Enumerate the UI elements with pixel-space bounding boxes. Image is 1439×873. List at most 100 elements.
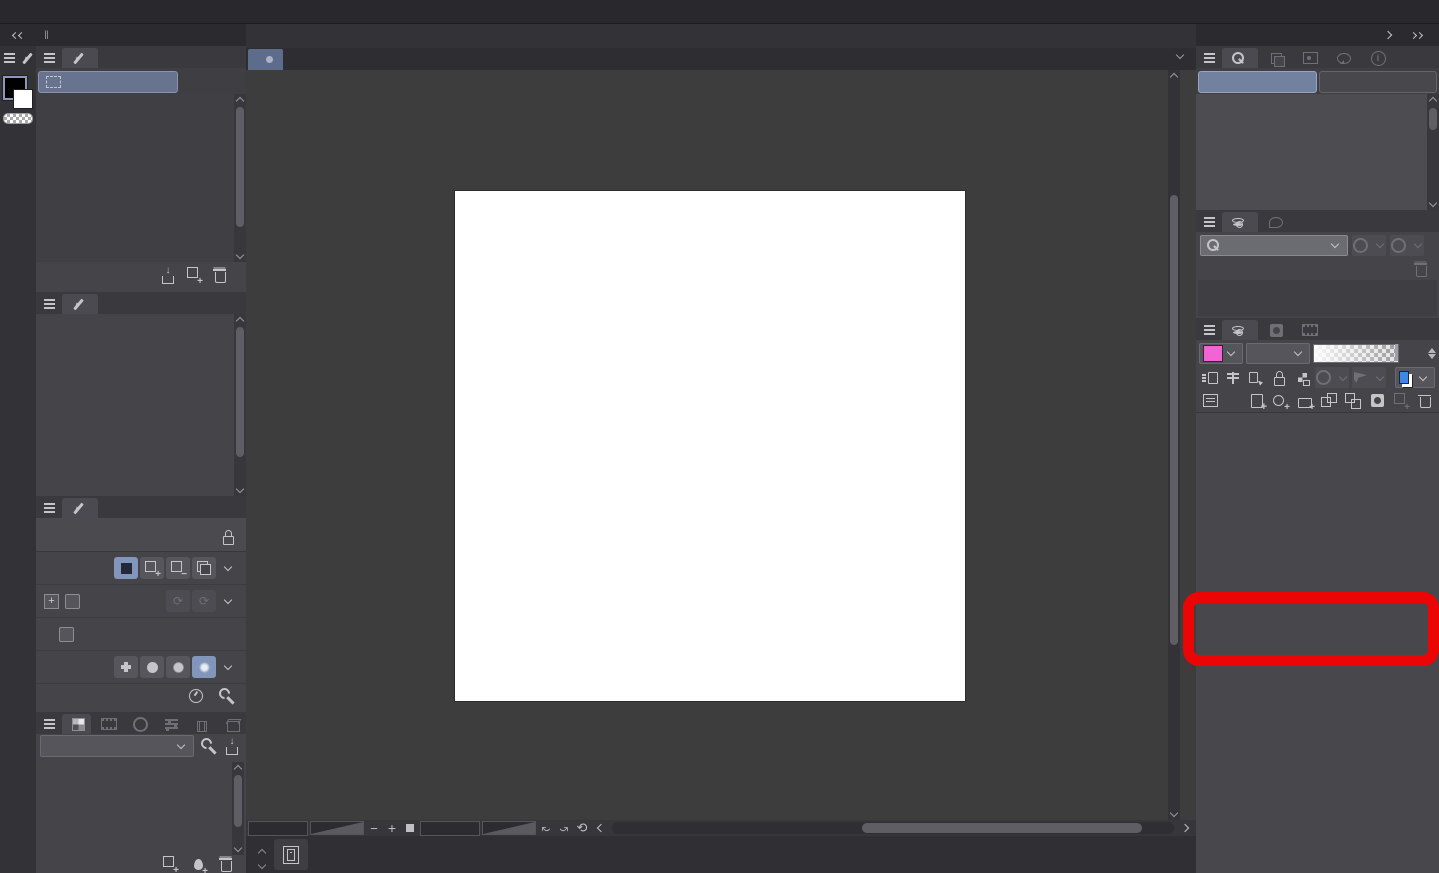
subtool-scrollbar[interactable]	[234, 94, 246, 262]
blend-mode-select[interactable]	[1246, 342, 1310, 364]
tool-property-tab[interactable]	[62, 498, 98, 518]
scroll-up-icon[interactable]	[1427, 94, 1439, 106]
delete-layer-icon[interactable]	[1411, 259, 1431, 279]
aspect-expand-icon[interactable]	[218, 591, 238, 611]
zoom-slider[interactable]	[310, 821, 364, 835]
scroll-right-icon[interactable]	[1178, 821, 1194, 835]
navigator-button[interactable]	[274, 839, 308, 870]
layer-list-view-icon[interactable]	[1200, 391, 1220, 411]
color-set-select[interactable]	[40, 735, 194, 757]
adjust-angle-checkbox[interactable]	[59, 626, 74, 642]
color-slider-tab[interactable]	[155, 714, 184, 734]
quick-access-tab[interactable]	[1222, 48, 1258, 68]
create-layer-mask-icon[interactable]	[1367, 391, 1387, 411]
subtract-selection-button[interactable]	[166, 557, 190, 580]
delete-color-icon[interactable]	[216, 854, 236, 873]
scrollbar-thumb[interactable]	[234, 775, 242, 827]
quick-access-scrollbar[interactable]	[1427, 94, 1439, 210]
layer-color-select[interactable]	[1395, 367, 1435, 388]
delete-subtool-icon[interactable]	[210, 265, 230, 285]
color-set-scrollbar[interactable]	[232, 762, 244, 855]
color-set-menu-icon[interactable]	[38, 714, 60, 734]
scrollbar-thumb[interactable]	[1170, 195, 1178, 645]
apply-mask-icon[interactable]	[1391, 391, 1411, 413]
layer-filter-select[interactable]	[1200, 234, 1348, 256]
color-history-tab[interactable]	[217, 714, 246, 734]
tab-list-chevron-icon[interactable]	[1170, 46, 1190, 66]
background-color-swatch[interactable]	[13, 89, 33, 109]
antialias-strong-button[interactable]	[192, 656, 216, 678]
chat-tab[interactable]	[1328, 48, 1360, 68]
lock-transparent-pixels-icon[interactable]	[1292, 368, 1312, 388]
scroll-down-icon[interactable]	[1427, 198, 1439, 210]
scroll-down-icon[interactable]	[234, 250, 246, 262]
merge-with-lower-layer-icon[interactable]	[1343, 391, 1363, 411]
brush-size-tab[interactable]	[62, 294, 98, 314]
enable-mask-button[interactable]	[1315, 367, 1349, 388]
scroll-up-icon[interactable]	[232, 762, 244, 774]
create-new-selection-button[interactable]	[114, 557, 138, 579]
material-tab[interactable]	[1260, 48, 1292, 68]
zoom-in-button[interactable]	[384, 821, 400, 835]
brush-size-menu-icon[interactable]	[38, 294, 60, 314]
scroll-down-icon[interactable]	[234, 484, 246, 496]
creation-method-expand-icon[interactable]	[218, 558, 238, 578]
document-canvas[interactable]	[455, 191, 965, 701]
layer-search-menu-icon[interactable]	[1198, 212, 1220, 232]
set-ruler-button[interactable]	[1352, 367, 1386, 388]
delete-layer-icon[interactable]	[1415, 391, 1435, 411]
scrollbar-thumb[interactable]	[862, 823, 1142, 833]
brush-size-scrollbar[interactable]	[234, 314, 246, 496]
timeline-tab[interactable]	[1294, 320, 1326, 340]
intermediate-color-tab[interactable]	[93, 714, 122, 734]
subtool-panel-menu-icon[interactable]	[38, 48, 60, 68]
canvas-vertical-scrollbar[interactable]	[1168, 70, 1180, 820]
canvas-area[interactable]	[246, 70, 1196, 820]
toolbar-menu-icon[interactable]	[1, 50, 17, 66]
layer-panel-menu-icon[interactable]	[1198, 320, 1220, 340]
new-raster-layer-icon[interactable]	[1247, 391, 1267, 413]
zoom-out-button[interactable]	[366, 821, 382, 835]
color-mixing-tab[interactable]	[186, 714, 215, 734]
scroll-up-icon[interactable]	[234, 314, 246, 326]
copy-subtool-icon[interactable]	[184, 265, 204, 287]
select-searched-layers-button[interactable]	[1352, 234, 1386, 256]
antialias-expand-icon[interactable]	[218, 657, 238, 677]
clip-to-layer-below-icon[interactable]	[1200, 368, 1220, 388]
draft-layer-icon[interactable]	[1246, 368, 1266, 388]
import-subtool-icon[interactable]	[158, 265, 178, 285]
rotation-slider[interactable]	[482, 821, 536, 835]
scrollbar-thumb[interactable]	[236, 107, 244, 227]
layer-property-tab[interactable]	[1260, 320, 1292, 340]
set-1-tab[interactable]	[1198, 71, 1317, 93]
expand-right-icon[interactable]	[1379, 25, 1399, 45]
opacity-slider-handle[interactable]	[1395, 343, 1398, 361]
add-color-icon[interactable]	[160, 854, 180, 873]
subtool-tab[interactable]	[62, 48, 98, 68]
animation-cel-tab[interactable]	[1260, 212, 1296, 232]
info-tab[interactable]	[1362, 48, 1394, 68]
image-tab[interactable]	[1294, 48, 1326, 68]
subtool-group-tab-selection[interactable]	[38, 71, 178, 93]
collapse-status-bar-icon[interactable]	[592, 821, 608, 835]
intersect-selection-button[interactable]	[192, 557, 216, 579]
rotate-left-button[interactable]	[538, 821, 554, 835]
panel-divider-handle[interactable]: ‖	[44, 28, 49, 42]
edit-color-set-icon[interactable]	[198, 736, 218, 756]
lock-icon[interactable]	[218, 527, 238, 547]
tool-property-menu-icon[interactable]	[38, 498, 60, 518]
deselect-searched-layers-button[interactable]	[1390, 234, 1424, 256]
zoom-value[interactable]	[248, 820, 308, 836]
color-set-tab[interactable]	[62, 714, 91, 734]
scrollbar-thumb[interactable]	[1429, 108, 1437, 130]
aspect-expand-button[interactable]: +	[44, 593, 59, 609]
collapse-left-icon[interactable]	[6, 25, 26, 45]
set-2-tab[interactable]	[1318, 71, 1437, 93]
lock-layer-icon[interactable]	[1269, 368, 1289, 388]
new-folder-icon[interactable]	[1295, 391, 1315, 413]
quick-access-menu-icon[interactable]	[1198, 48, 1220, 68]
scroll-up-icon[interactable]	[1168, 70, 1180, 82]
layer-tab[interactable]	[1222, 320, 1258, 340]
document-tab[interactable]	[248, 49, 283, 70]
reset-view-button[interactable]	[574, 821, 590, 835]
